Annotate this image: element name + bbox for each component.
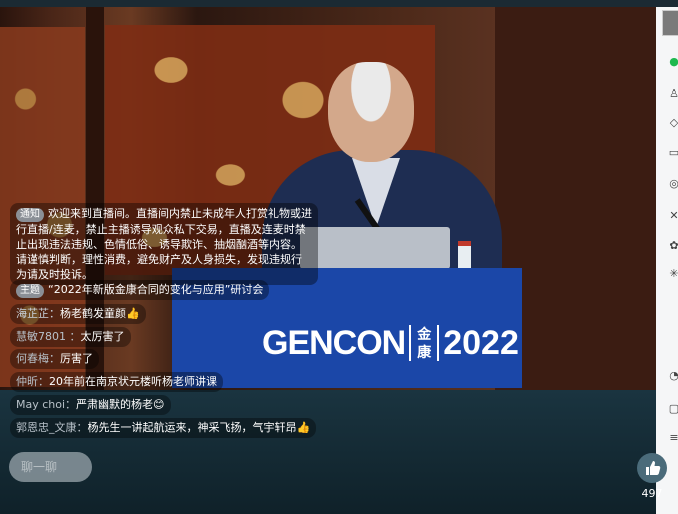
circle-icon[interactable]: ◎ [668,178,678,190]
sidebar-thumbnail[interactable] [662,10,678,36]
chat-username: May choi： [16,398,77,411]
top-strip [0,0,678,7]
window-icon[interactable]: ▢ [668,403,678,415]
chat-username: 何春梅： [16,352,60,365]
speaker-head [328,62,414,162]
sparkle-icon[interactable]: ✳ [668,268,678,280]
notice-text: 欢迎来到直播间。直播间内禁止未成年人打赏礼物或进行直播/连麦，禁止主播诱导观众私… [16,207,312,281]
chat-text: 杨先生一讲起航运来，神采飞扬，气宇轩昂👍 [87,421,311,434]
chat-text: 厉害了 [60,352,93,365]
topic-message: 主题 “2022年新版金康合同的变化与应用”研讨会 [10,280,270,300]
chat-username: 海芷芷： [16,307,60,320]
logo-gencon-text: GENCON [262,323,406,362]
chat-message: 仲昕：20年前在南京状元楼听杨老师讲课 [10,372,223,392]
like-count: 497 [641,487,663,500]
notice-tag: 通知 [16,208,44,222]
topic-tag: 主题 [16,284,44,298]
chat-input[interactable]: 聊一聊 [9,452,92,482]
chat-message: 慧敏7801 ：太厉害了 [10,327,131,347]
settings-icon[interactable]: ✿ [668,240,678,252]
menu-icon[interactable]: ≡ [668,432,678,444]
clock-icon[interactable]: ◔ [668,370,678,382]
system-notice: 通知 欢迎来到直播间。直播间内禁止未成年人打赏礼物或进行直播/连麦，禁止主播诱导观… [10,203,318,285]
laptop [300,227,450,269]
topic-text: “2022年新版金康合同的变化与应用”研讨会 [48,283,264,296]
gencon-2022-logo: GENCON 金康 2022 [262,322,519,364]
chat-text: 严肃幽默的杨老😊 [76,398,165,411]
user-icon[interactable]: ♙ [668,88,678,100]
chat-username: 郭恩忠_文康： [16,421,88,434]
chat-bubble-icon[interactable]: ● [668,56,678,68]
chat-text: 20年前在南京状元楼听杨老师讲课 [49,375,217,388]
chat-text: 杨老鹤发童颜👍 [60,307,140,320]
chat-username: 慧敏7801 ： [16,330,81,343]
cube-icon[interactable]: ◇ [668,117,678,129]
chat-message: May choi：严肃幽默的杨老😊 [10,395,171,415]
logo-year-text: 2022 [443,323,519,362]
folder-icon[interactable]: ▭ [668,147,678,159]
share-icon[interactable]: ✕ [668,210,678,222]
chat-username: 仲昕： [16,375,49,388]
chat-text: 太厉害了 [80,330,125,343]
like-button[interactable] [637,453,667,483]
chat-message: 郭恩忠_文康：杨先生一讲起航运来，神采飞扬，气宇轩昂👍 [10,418,317,438]
logo-jinkang-text: 金康 [409,325,440,361]
chat-message: 海芷芷：杨老鹤发童颜👍 [10,304,146,324]
thumbs-up-icon [646,461,661,475]
chat-message: 何春梅：厉害了 [10,349,99,369]
